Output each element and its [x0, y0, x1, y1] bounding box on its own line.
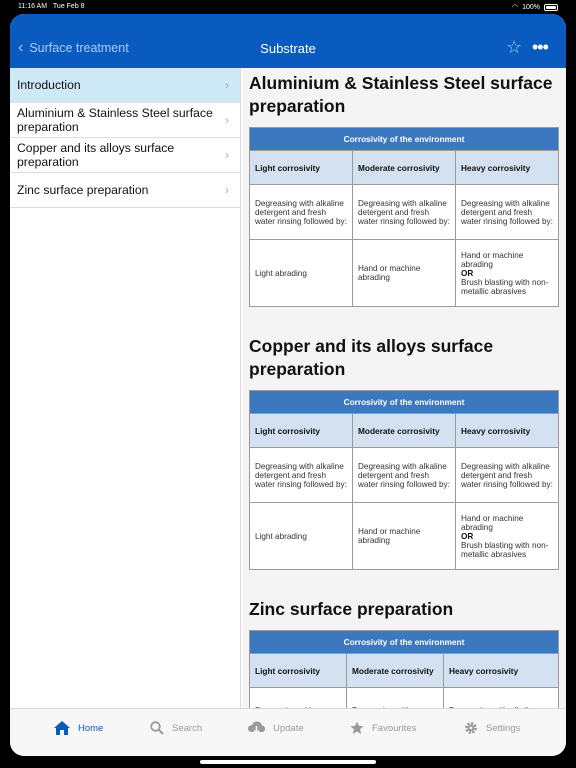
table-header: Heavy corrosivity [443, 653, 559, 688]
cell-or: OR [461, 531, 474, 541]
tab-favourites[interactable]: Favourites [350, 721, 416, 735]
table-header: Moderate corrosivity [352, 413, 456, 448]
status-bar: 11:16 AM Tue Feb 8 ◠ 100% [0, 0, 576, 14]
section-title: Zinc surface preparation [249, 599, 454, 619]
sidebar: Introduction › Aluminium & Stainless Ste… [10, 68, 241, 708]
home-icon [54, 721, 70, 735]
sidebar-item-introduction[interactable]: Introduction › [10, 68, 240, 103]
tab-home[interactable]: Home [54, 721, 103, 735]
table-header: Light corrosivity [249, 150, 353, 185]
table-header: Moderate corrosivity [352, 150, 456, 185]
cell-line: Brush blasting with non-metallic abrasiv… [461, 540, 549, 559]
table-header: Heavy corrosivity [455, 413, 559, 448]
table-cell: Degreasing with alkaline detergent and f… [455, 184, 559, 240]
content-pane[interactable]: Aluminium & Stainless Steel surface prep… [242, 68, 566, 708]
status-time: 11:16 AM Tue Feb 8 [18, 3, 85, 10]
table-cell: Hand or machine abrading [352, 502, 456, 570]
table-cell: Light abrading [249, 502, 353, 570]
search-icon [150, 721, 164, 735]
table-cell: Degreasing with alkaline detergent and f… [455, 447, 559, 503]
cell-line: Hand or machine abrading [461, 250, 524, 269]
corrosivity-table: Corrosivity of the environment Light cor… [249, 390, 559, 570]
chevron-right-icon: › [225, 113, 229, 127]
table-cell: Degreasing with alkaline detergent and f… [249, 447, 353, 503]
gear-icon [465, 722, 477, 734]
table-cell: Degreasing with alkaline detergent and f… [352, 184, 456, 240]
page-title: Substrate [260, 41, 316, 56]
navigation-bar: ‹ Surface treatment Substrate ☆ ••• [10, 14, 566, 68]
table-cell: Hand or machine abrading [352, 239, 456, 307]
section-title: Copper and its alloys surface preparatio… [249, 336, 494, 379]
table-cell: Degreasing with alkaline detergent and f… [352, 447, 456, 503]
table-cell: Hand or machine abrading OR Brush blasti… [455, 502, 559, 570]
battery-icon [544, 3, 558, 11]
corrosivity-table: Corrosivity of the environment Light cor… [249, 127, 559, 307]
table-cell: Degreasing with alkaline detergent [346, 687, 444, 708]
chevron-right-icon: › [225, 183, 229, 197]
cell-or: OR [461, 268, 474, 278]
chevron-right-icon: › [225, 148, 229, 162]
sidebar-item-label: Copper and its alloys surface preparatio… [17, 141, 175, 169]
battery-percent: 100% [522, 3, 540, 11]
tab-bar: Home Search Update Favourites Settings [10, 708, 566, 756]
more-options-icon[interactable]: ••• [532, 37, 549, 58]
cell-line: Brush blasting with non-metallic abrasiv… [461, 277, 549, 296]
star-icon [350, 721, 364, 734]
table-header: Moderate corrosivity [346, 653, 444, 688]
tab-label: Favourites [372, 722, 417, 734]
table-cell: Degreasing with alkaline detergent and f… [249, 184, 353, 240]
favourite-star-icon[interactable]: ☆ [506, 37, 522, 58]
tab-label: Settings [486, 722, 521, 734]
wifi-icon: ◠ [511, 4, 519, 11]
table-header: Heavy corrosivity [455, 150, 559, 185]
sidebar-item-copper[interactable]: Copper and its alloys surface preparatio… [10, 138, 240, 173]
table-header: Light corrosivity [249, 653, 347, 688]
table-header: Light corrosivity [249, 413, 353, 448]
cloud-download-icon [248, 721, 265, 735]
status-right: ◠ 100% [512, 3, 558, 11]
tab-search[interactable]: Search [150, 721, 202, 735]
table-cell: Hand or machine abrading OR Brush blasti… [455, 239, 559, 307]
table-caption: Corrosivity of the environment [249, 630, 559, 654]
tab-update[interactable]: Update [248, 721, 304, 735]
section-title: Aluminium & Stainless Steel surface prep… [249, 73, 553, 116]
tab-label: Home [78, 722, 104, 734]
sidebar-item-aluminium[interactable]: Aluminium & Stainless Steel surface prep… [10, 103, 240, 138]
sidebar-item-label: Zinc surface preparation [17, 183, 149, 197]
table-cell: Degreasing with alkaline detergent and f… [443, 687, 559, 708]
chevron-right-icon: › [225, 78, 229, 92]
table-cell: Degreasing with alkaline detergent [249, 687, 347, 708]
tab-settings[interactable]: Settings [464, 721, 520, 735]
table-caption: Corrosivity of the environment [249, 390, 559, 414]
tab-label: Update [273, 722, 304, 734]
table-cell: Light abrading [249, 239, 353, 307]
sidebar-item-label: Introduction [17, 78, 81, 92]
home-indicator[interactable] [200, 760, 376, 764]
sidebar-item-label: Aluminium & Stainless Steel surface prep… [17, 106, 213, 134]
app-window: ‹ Surface treatment Substrate ☆ ••• Intr… [10, 14, 566, 756]
cell-line: Hand or machine abrading [461, 513, 524, 532]
sidebar-item-zinc[interactable]: Zinc surface preparation › [10, 173, 240, 208]
tab-label: Search [172, 722, 203, 734]
corrosivity-table: Corrosivity of the environment Light cor… [249, 630, 559, 708]
table-caption: Corrosivity of the environment [249, 127, 559, 151]
